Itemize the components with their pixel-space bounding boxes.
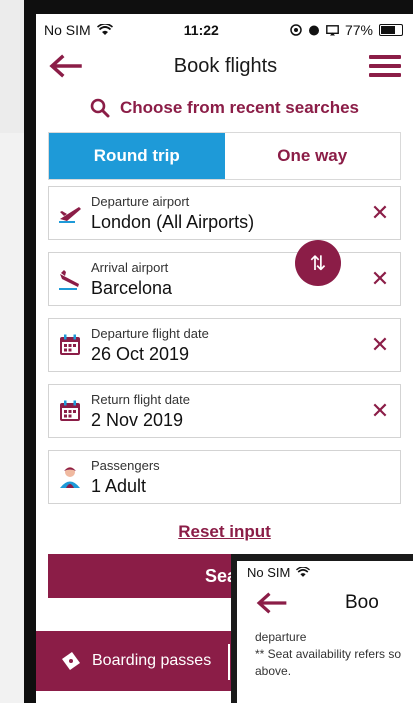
departure-airport-label: Departure airport [91, 193, 190, 209]
return-date-field[interactable]: Return flight date 2 Nov 2019 ✕ [48, 384, 401, 438]
departure-date-label: Departure flight date [91, 325, 209, 341]
wifi-icon [296, 566, 311, 577]
clear-return-date-icon[interactable]: ✕ [360, 398, 400, 424]
recent-searches-link[interactable]: Choose from recent searches [36, 98, 413, 118]
passenger-icon [60, 467, 80, 488]
screen-mirror-icon [326, 24, 339, 35]
battery-icon [378, 24, 403, 36]
background-strip [0, 133, 24, 703]
status-bar: No SIM 11:22 77% [36, 14, 413, 46]
wifi-icon [96, 24, 113, 35]
back-arrow-icon[interactable] [48, 54, 82, 78]
page-title: Book flights [173, 54, 278, 77]
passengers-field[interactable]: Passengers 1 Adult [48, 450, 401, 504]
departure-date-value: 26 Oct 2019 [91, 343, 190, 364]
clear-departure-date-icon[interactable]: ✕ [360, 332, 400, 358]
reset-input-link[interactable]: Reset input [36, 522, 413, 542]
departure-date-field[interactable]: Departure flight date 26 Oct 2019 ✕ [48, 318, 401, 372]
app-bar: Book flights [36, 46, 413, 86]
overlay-text: departure ** Seat availability refers so… [237, 623, 413, 680]
arrival-airport-field[interactable]: Arrival airport Barcelona ✕ [48, 252, 401, 306]
bottom-divider [228, 644, 230, 680]
tab-one-way[interactable]: One way [224, 133, 400, 179]
clear-arrival-icon[interactable]: ✕ [360, 266, 400, 292]
alarm-icon [308, 25, 319, 36]
overlay-carrier-label: No SIM [247, 564, 291, 580]
plane-takeoff-icon [59, 207, 81, 223]
calendar-icon [60, 334, 80, 355]
search-icon [90, 98, 110, 118]
clear-departure-icon[interactable]: ✕ [360, 200, 400, 226]
carrier-label: No SIM [44, 22, 91, 38]
clock: 11:22 [183, 22, 219, 38]
return-date-value: 2 Nov 2019 [91, 409, 184, 430]
plane-landing-icon [59, 270, 79, 290]
battery-percent: 77% [344, 22, 373, 38]
boarding-passes-button[interactable]: Boarding passes [92, 652, 211, 670]
overlay-text-line: departure [255, 630, 307, 644]
departure-airport-field[interactable]: Departure airport London (All Airports) … [48, 186, 401, 240]
tab-round-trip[interactable]: Round trip [49, 133, 225, 179]
swap-airports-button[interactable]: ⇅ [295, 240, 341, 286]
menu-icon[interactable] [368, 55, 401, 77]
back-arrow-icon[interactable] [255, 592, 287, 614]
location-icon [290, 24, 302, 36]
trip-type-tabs: Round trip One way [48, 132, 401, 180]
overlay-screen: No SIM Boo departure ** Seat availabilit… [237, 561, 413, 703]
passengers-label: Passengers [91, 457, 160, 473]
overlay-text-line: above. [255, 664, 292, 678]
overlay-app-bar: Boo [237, 583, 413, 623]
passengers-value: 1 Adult [91, 475, 147, 496]
overlay-text-line: ** Seat availability refers so [255, 647, 402, 661]
recent-searches-label: Choose from recent searches [119, 98, 360, 117]
return-date-label: Return flight date [91, 391, 191, 407]
departure-airport-value: London (All Airports) [91, 211, 255, 232]
ticket-icon [62, 652, 80, 670]
swap-arrows-icon: ⇅ [309, 251, 327, 275]
overlay-page-title: Boo [345, 592, 379, 613]
calendar-icon [60, 400, 80, 421]
overlay-status-bar: No SIM [237, 561, 413, 583]
overlay-screenshot: No SIM Boo departure ** Seat availabilit… [231, 554, 413, 703]
